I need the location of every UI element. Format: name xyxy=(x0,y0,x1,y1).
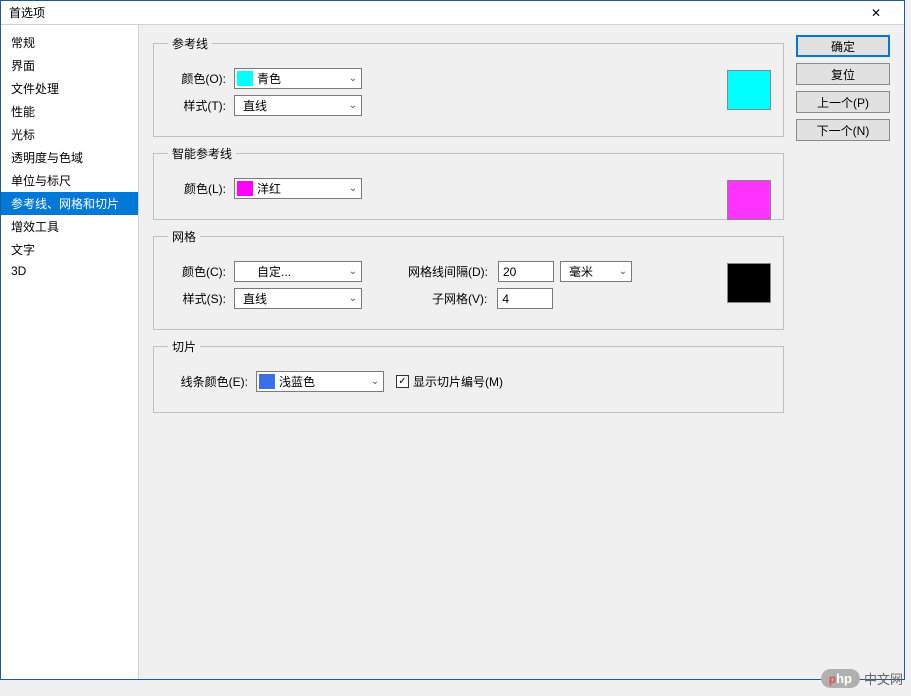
grid-color-swatch-icon xyxy=(237,264,253,279)
smart-guides-color-label: 颜色(L): xyxy=(168,180,226,197)
slices-color-label: 线条颜色(E): xyxy=(168,373,248,390)
chevron-down-icon: ⌄ xyxy=(345,266,361,277)
content-area: 常规 界面 文件处理 性能 光标 透明度与色域 单位与标尺 参考线、网格和切片 … xyxy=(1,25,904,679)
grid-color-label: 颜色(C): xyxy=(168,263,226,280)
next-button[interactable]: 下一个(N) xyxy=(796,119,890,141)
ok-button[interactable]: 确定 xyxy=(796,35,890,57)
slices-color-select[interactable]: 浅蓝色 ⌄ xyxy=(256,371,384,392)
slices-fieldset: 切片 线条颜色(E): 浅蓝色 ⌄ ✓ 显示切片编号(M) xyxy=(153,338,784,413)
grid-color-row: 颜色(C): 自定... ⌄ 网格线间隔(D): 毫米 ⌄ xyxy=(168,261,769,282)
prev-button[interactable]: 上一个(P) xyxy=(796,91,890,113)
sidebar-item-plugins[interactable]: 增效工具 xyxy=(1,215,138,238)
chevron-down-icon: ⌄ xyxy=(615,266,631,277)
slices-show-numbers-label: 显示切片编号(M) xyxy=(413,373,503,390)
close-icon: ✕ xyxy=(871,6,881,20)
sidebar-item-general[interactable]: 常规 xyxy=(1,31,138,54)
titlebar: 首选项 ✕ xyxy=(1,1,904,25)
guides-style-value: 直线 xyxy=(241,97,345,114)
guides-legend: 参考线 xyxy=(168,35,212,52)
main-panel: 参考线 颜色(O): 青色 ⌄ 样式(T): 直线 ⌄ xyxy=(139,25,904,679)
grid-spacing-label: 网格线间隔(D): xyxy=(408,263,488,280)
guides-fieldset: 参考线 颜色(O): 青色 ⌄ 样式(T): 直线 ⌄ xyxy=(153,35,784,137)
sidebar-item-file-handling[interactable]: 文件处理 xyxy=(1,77,138,100)
smart-guides-color-row: 颜色(L): 洋红 ⌄ xyxy=(168,178,769,199)
grid-color-select[interactable]: 自定... ⌄ xyxy=(234,261,362,282)
grid-color-value: 自定... xyxy=(255,263,345,280)
guides-color-swatch-icon xyxy=(237,71,253,86)
slices-legend: 切片 xyxy=(168,338,200,355)
sidebar-item-transparency[interactable]: 透明度与色域 xyxy=(1,146,138,169)
smart-guides-fieldset: 智能参考线 颜色(L): 洋红 ⌄ xyxy=(153,145,784,220)
grid-unit-value: 毫米 xyxy=(567,263,615,280)
fieldsets: 参考线 颜色(O): 青色 ⌄ 样式(T): 直线 ⌄ xyxy=(153,35,784,669)
preferences-window: 首选项 ✕ 常规 界面 文件处理 性能 光标 透明度与色域 单位与标尺 参考线、… xyxy=(0,0,905,680)
slices-color-row: 线条颜色(E): 浅蓝色 ⌄ ✓ 显示切片编号(M) xyxy=(168,371,769,392)
sidebar-item-units-rulers[interactable]: 单位与标尺 xyxy=(1,169,138,192)
smart-guides-legend: 智能参考线 xyxy=(168,145,236,162)
chevron-down-icon: ⌄ xyxy=(345,100,361,111)
guides-style-select[interactable]: 直线 ⌄ xyxy=(234,95,362,116)
chevron-down-icon: ⌄ xyxy=(345,293,361,304)
guides-color-preview[interactable] xyxy=(727,70,771,110)
smart-guides-color-select[interactable]: 洋红 ⌄ xyxy=(234,178,362,199)
chevron-down-icon: ⌄ xyxy=(367,376,383,387)
sidebar-item-interface[interactable]: 界面 xyxy=(1,54,138,77)
grid-style-value: 直线 xyxy=(241,290,345,307)
checkbox-icon: ✓ xyxy=(396,375,409,388)
grid-unit-select[interactable]: 毫米 ⌄ xyxy=(560,261,632,282)
smart-guides-color-value: 洋红 xyxy=(255,180,345,197)
chevron-down-icon: ⌄ xyxy=(345,73,361,84)
guides-color-label: 颜色(O): xyxy=(168,70,226,87)
close-button[interactable]: ✕ xyxy=(856,2,896,24)
grid-sub-input[interactable] xyxy=(497,288,553,309)
sidebar-item-guides-grid-slices[interactable]: 参考线、网格和切片 xyxy=(1,192,138,215)
grid-style-select[interactable]: 直线 ⌄ xyxy=(234,288,362,309)
watermark: pphphp 中文网 xyxy=(821,669,903,688)
grid-legend: 网格 xyxy=(168,228,200,245)
smart-guides-color-swatch-icon xyxy=(237,181,253,196)
guides-color-select[interactable]: 青色 ⌄ xyxy=(234,68,362,89)
guides-color-row: 颜色(O): 青色 ⌄ xyxy=(168,68,769,89)
smart-guides-color-preview[interactable] xyxy=(727,180,771,220)
sidebar-item-type[interactable]: 文字 xyxy=(1,238,138,261)
grid-spacing-input[interactable] xyxy=(498,261,554,282)
grid-sub-label: 子网格(V): xyxy=(432,290,487,307)
grid-style-row: 样式(S): 直线 ⌄ 子网格(V): xyxy=(168,288,769,309)
watermark-badge: pphphp xyxy=(821,669,860,688)
slices-show-numbers-checkbox[interactable]: ✓ 显示切片编号(M) xyxy=(396,373,503,390)
sidebar-item-cursors[interactable]: 光标 xyxy=(1,123,138,146)
sidebar-item-3d[interactable]: 3D xyxy=(1,261,138,281)
slices-color-value: 浅蓝色 xyxy=(277,373,367,390)
button-column: 确定 复位 上一个(P) 下一个(N) xyxy=(796,35,890,669)
chevron-down-icon: ⌄ xyxy=(345,183,361,194)
guides-color-value: 青色 xyxy=(255,70,345,87)
window-title: 首选项 xyxy=(9,4,45,21)
grid-fieldset: 网格 颜色(C): 自定... ⌄ 网格线间隔(D): 毫米 ⌄ xyxy=(153,228,784,330)
slices-color-swatch-icon xyxy=(259,374,275,389)
watermark-text: 中文网 xyxy=(864,669,903,688)
sidebar: 常规 界面 文件处理 性能 光标 透明度与色域 单位与标尺 参考线、网格和切片 … xyxy=(1,25,139,679)
guides-style-label: 样式(T): xyxy=(168,97,226,114)
guides-style-row: 样式(T): 直线 ⌄ xyxy=(168,95,769,116)
grid-color-preview[interactable] xyxy=(727,263,771,303)
reset-button[interactable]: 复位 xyxy=(796,63,890,85)
sidebar-item-performance[interactable]: 性能 xyxy=(1,100,138,123)
grid-style-label: 样式(S): xyxy=(168,290,226,307)
